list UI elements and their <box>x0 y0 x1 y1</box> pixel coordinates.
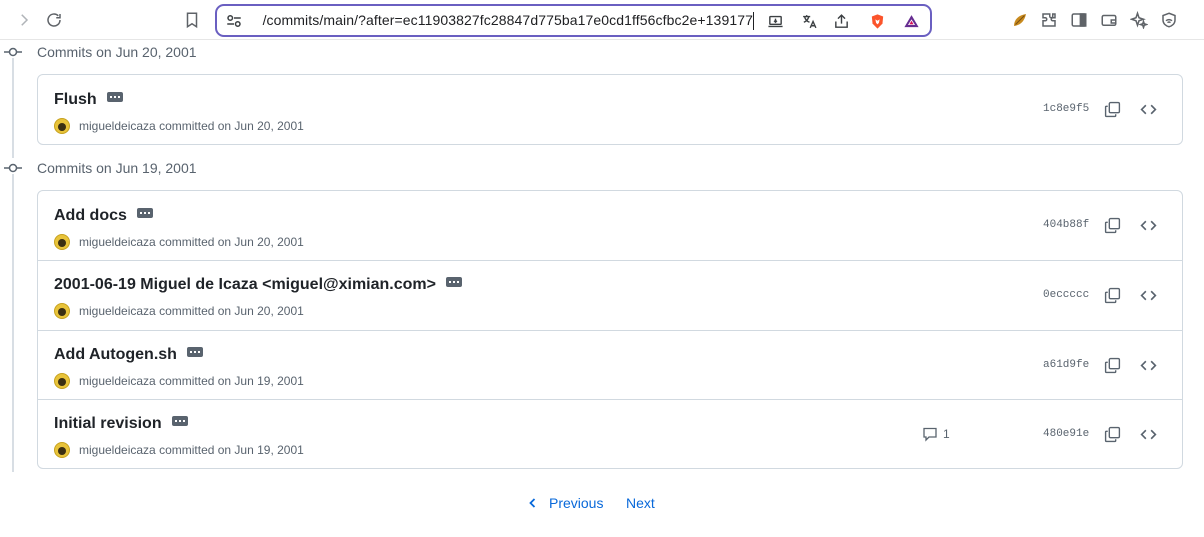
copy-sha-icon[interactable] <box>1101 284 1123 306</box>
avatar[interactable] <box>54 373 70 389</box>
url-text[interactable]: /commits/main/?after=ec11903827fc28847d7… <box>253 12 753 32</box>
author-link[interactable]: migueldeicaza <box>79 119 156 133</box>
browse-code-icon[interactable] <box>1137 423 1159 445</box>
commit-sha[interactable]: 0eccccc <box>1043 289 1089 301</box>
commit-group-title: Commits on Jun 20, 2001 <box>37 44 197 60</box>
forward-icon[interactable] <box>12 8 36 32</box>
browse-code-icon[interactable] <box>1137 354 1159 376</box>
copy-sha-icon[interactable] <box>1101 214 1123 236</box>
avatar[interactable] <box>54 234 70 250</box>
commit-meta: migueldeicaza committed on Jun 20, 2001 <box>54 303 304 319</box>
commit-row: Add docs migueldeicaza committed on Jun … <box>38 191 1182 260</box>
author-link[interactable]: migueldeicaza <box>79 443 156 457</box>
commit-title-text[interactable]: Initial revision <box>54 415 162 432</box>
commit-title[interactable]: Flush <box>54 91 123 109</box>
brave-shields-icon[interactable] <box>867 11 887 31</box>
reload-icon[interactable] <box>42 8 66 32</box>
comment-icon <box>923 427 937 442</box>
author-link[interactable]: migueldeicaza <box>79 235 156 249</box>
text-caret <box>753 12 754 30</box>
commit-node-icon <box>4 161 22 175</box>
site-settings-icon[interactable] <box>225 12 243 30</box>
comment-count[interactable]: 1 <box>922 426 950 442</box>
browse-code-icon[interactable] <box>1137 98 1159 120</box>
author-link[interactable]: migueldeicaza <box>79 374 156 388</box>
commit-title-text[interactable]: Add Autogen.sh <box>54 346 177 363</box>
avatar[interactable] <box>54 303 70 319</box>
expand-message-button[interactable] <box>171 415 188 426</box>
copy-sha-icon[interactable] <box>1101 98 1123 120</box>
commit-title[interactable]: Initial revision <box>54 415 188 433</box>
browser-toolbar: /commits/main/?after=ec11903827fc28847d7… <box>0 0 1204 40</box>
commit-meta: migueldeicaza committed on Jun 19, 2001 <box>54 373 304 389</box>
expand-message-button[interactable] <box>186 346 203 357</box>
share-icon[interactable] <box>831 11 851 31</box>
expand-message-button[interactable] <box>445 276 462 287</box>
extensions-icon[interactable] <box>1037 8 1061 32</box>
chevron-left-icon <box>529 498 536 508</box>
sidebar-icon[interactable] <box>1067 8 1091 32</box>
commit-title[interactable]: 2001-06-19 Miguel de Icaza <miguel@ximia… <box>54 276 462 294</box>
commit-group-title: Commits on Jun 19, 2001 <box>37 160 197 176</box>
commit-title-text[interactable]: Add docs <box>54 207 127 224</box>
commit-date: committed on Jun 20, 2001 <box>159 235 304 249</box>
copy-sha-icon[interactable] <box>1101 354 1123 376</box>
commit-meta: migueldeicaza committed on Jun 20, 2001 <box>54 118 304 134</box>
pagination: Previous Next <box>0 495 1204 517</box>
timeline-line <box>12 58 14 158</box>
wallet-icon[interactable] <box>1097 8 1121 32</box>
commit-date: committed on Jun 20, 2001 <box>159 119 304 133</box>
brave-rewards-icon[interactable] <box>901 11 921 31</box>
extension-leaf-icon[interactable] <box>1008 8 1032 32</box>
commit-title-text[interactable]: Flush <box>54 91 97 108</box>
commit-row: Add Autogen.sh migueldeicaza committed o… <box>38 330 1182 399</box>
author-link[interactable]: migueldeicaza <box>79 304 156 318</box>
commit-title-text[interactable]: 2001-06-19 Miguel de Icaza <miguel@ximia… <box>54 276 436 293</box>
commit-list: Flush migueldeicaza committed on Jun 20,… <box>37 74 1183 145</box>
previous-page-button[interactable]: Previous <box>527 495 603 511</box>
translate-icon[interactable] <box>799 11 819 31</box>
commit-row: 2001-06-19 Miguel de Icaza <miguel@ximia… <box>38 260 1182 330</box>
avatar[interactable] <box>54 442 70 458</box>
timeline-line <box>12 174 14 472</box>
commit-title[interactable]: Add docs <box>54 207 153 225</box>
commit-date: committed on Jun 19, 2001 <box>159 443 304 457</box>
browse-code-icon[interactable] <box>1137 214 1159 236</box>
commit-row: Flush migueldeicaza committed on Jun 20,… <box>38 75 1182 145</box>
previous-label[interactable]: Previous <box>549 495 603 511</box>
expand-message-button[interactable] <box>136 207 153 218</box>
commit-list: Add docs migueldeicaza committed on Jun … <box>37 190 1183 469</box>
commit-row: Initial revision migueldeicaza committed… <box>38 399 1182 469</box>
vpn-icon[interactable] <box>1157 8 1181 32</box>
commit-date: committed on Jun 20, 2001 <box>159 304 304 318</box>
commit-sha[interactable]: 404b88f <box>1043 219 1089 231</box>
commit-sha[interactable]: 480e91e <box>1043 428 1089 440</box>
commit-meta: migueldeicaza committed on Jun 19, 2001 <box>54 442 304 458</box>
leo-ai-icon[interactable] <box>1127 8 1151 32</box>
commit-title[interactable]: Add Autogen.sh <box>54 346 203 364</box>
commit-meta: migueldeicaza committed on Jun 20, 2001 <box>54 234 304 250</box>
commit-sha[interactable]: a61d9fe <box>1043 359 1089 371</box>
next-page-button[interactable]: Next <box>626 495 655 511</box>
copy-sha-icon[interactable] <box>1101 423 1123 445</box>
browse-code-icon[interactable] <box>1137 284 1159 306</box>
commit-node-icon <box>4 45 22 59</box>
comment-count-value[interactable]: 1 <box>943 427 950 441</box>
commit-sha[interactable]: 1c8e9f5 <box>1043 103 1089 115</box>
commit-date: committed on Jun 19, 2001 <box>159 374 304 388</box>
expand-message-button[interactable] <box>106 91 123 102</box>
install-app-icon[interactable] <box>765 11 785 31</box>
address-bar[interactable]: /commits/main/?after=ec11903827fc28847d7… <box>215 4 932 37</box>
avatar[interactable] <box>54 118 70 134</box>
bookmark-icon[interactable] <box>180 8 204 32</box>
